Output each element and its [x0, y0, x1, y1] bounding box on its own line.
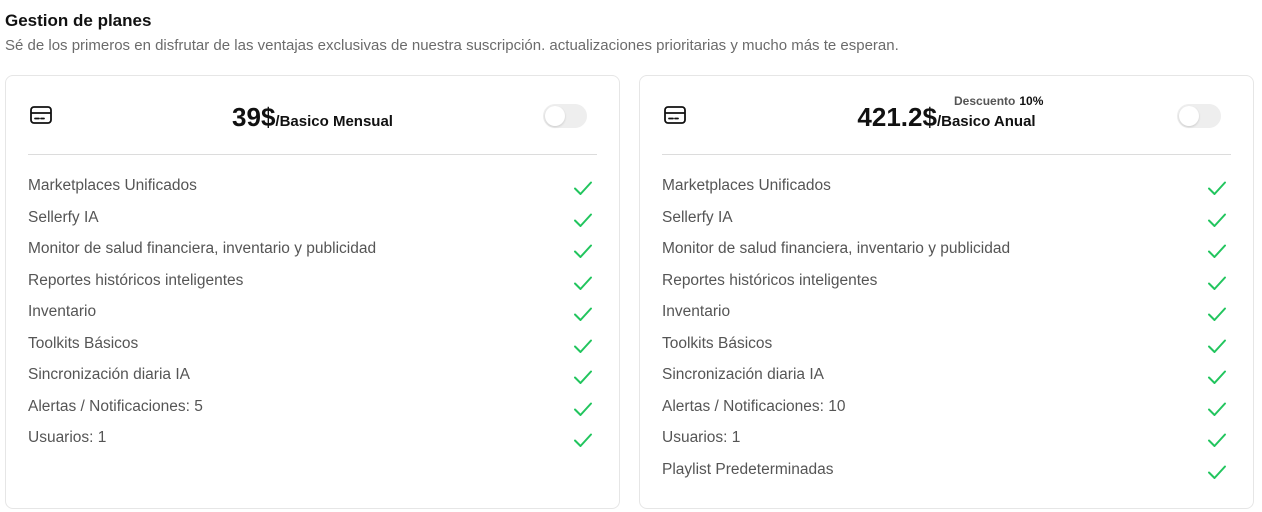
price-period: /Basico Mensual — [275, 113, 393, 130]
check-icon — [574, 244, 592, 258]
check-icon — [1208, 244, 1226, 258]
feature-label: Monitor de salud financiera, inventario … — [662, 240, 1011, 257]
feature-label: Sincronización diaria IA — [662, 366, 824, 383]
page-subtitle: Sé de los primeros en disfrutar de las v… — [5, 37, 899, 54]
check-icon — [1208, 181, 1226, 195]
feature-label: Sincronización diaria IA — [28, 366, 190, 383]
check-icon — [574, 402, 592, 416]
check-icon — [1208, 465, 1226, 479]
feature-label: Sellerfy IA — [662, 208, 733, 226]
feature-label: Usuarios: 1 — [662, 429, 741, 446]
feature-label: Reportes históricos inteligentes — [28, 271, 244, 289]
feature-item: Alertas / Notificaciones: 5 — [28, 395, 597, 427]
check-icon — [1208, 433, 1226, 447]
check-icon — [574, 339, 592, 353]
toggle-knob — [1179, 106, 1199, 126]
check-icon — [1208, 276, 1226, 290]
feature-list: Marketplaces Unificados Sellerfy IA Monito… — [28, 174, 597, 458]
feature-item: Toolkits Básicos — [662, 332, 1231, 364]
plan-toggle-annual[interactable] — [1177, 104, 1221, 128]
check-icon — [1208, 213, 1226, 227]
check-icon — [1208, 402, 1226, 416]
plan-card-header: 39$/Basico Mensual — [28, 76, 597, 155]
feature-label: Toolkits Básicos — [662, 334, 773, 352]
check-icon — [574, 181, 592, 195]
feature-item: Inventario — [28, 300, 597, 332]
feature-label: Playlist Predeterminadas — [662, 460, 834, 478]
feature-label: Usuarios: 1 — [28, 429, 107, 446]
plan-card-header: Descuento 10% 421.2$/Basico Anual — [662, 76, 1231, 155]
plan-price: 421.2$/Basico Anual — [857, 102, 1035, 133]
feature-label: Sellerfy IA — [28, 208, 99, 226]
feature-label: Marketplaces Unificados — [662, 177, 831, 194]
plan-price: 39$/Basico Mensual — [232, 102, 393, 133]
feature-item: Toolkits Básicos — [28, 332, 597, 364]
feature-label: Inventario — [28, 303, 97, 320]
feature-label: Reportes históricos inteligentes — [662, 271, 878, 289]
feature-item: Sincronización diaria IA — [662, 363, 1231, 395]
check-icon — [574, 276, 592, 290]
feature-item: Monitor de salud financiera, inventario … — [662, 237, 1231, 269]
feature-list: Marketplaces Unificados Sellerfy IA Monito… — [662, 174, 1231, 489]
feature-item: Sellerfy IA — [28, 206, 597, 238]
feature-item: Reportes históricos inteligentes — [28, 269, 597, 301]
feature-item: Alertas / Notificaciones: 10 — [662, 395, 1231, 427]
feature-item: Inventario — [662, 300, 1231, 332]
plan-card-annual: Descuento 10% 421.2$/Basico Anual Marketp… — [639, 75, 1254, 509]
page-title: Gestion de planes — [5, 11, 152, 30]
page-header: Gestion de planes Sé de los primeros en … — [5, 10, 899, 56]
check-icon — [1208, 339, 1226, 353]
check-icon — [1208, 307, 1226, 321]
price-period: /Basico Anual — [936, 113, 1036, 130]
feature-item: Reportes históricos inteligentes — [662, 269, 1231, 301]
feature-label: Alertas / Notificaciones: 10 — [662, 397, 846, 415]
plan-card-monthly: 39$/Basico Mensual Marketplaces Unificad… — [5, 75, 620, 509]
plan-toggle-monthly[interactable] — [543, 104, 587, 128]
price-amount: 421.2$ — [857, 102, 937, 132]
feature-item: Usuarios: 1 — [662, 426, 1231, 458]
check-icon — [574, 370, 592, 384]
feature-item: Monitor de salud financiera, inventario … — [28, 237, 597, 269]
check-icon — [574, 433, 592, 447]
feature-label: Alertas / Notificaciones: 5 — [28, 397, 203, 415]
feature-item: Marketplaces Unificados — [28, 174, 597, 206]
check-icon — [574, 307, 592, 321]
price-amount: 39$ — [232, 102, 276, 132]
feature-item: Marketplaces Unificados — [662, 174, 1231, 206]
check-icon — [574, 213, 592, 227]
feature-item: Sincronización diaria IA — [28, 363, 597, 395]
feature-item: Usuarios: 1 — [28, 426, 597, 458]
check-icon — [1208, 370, 1226, 384]
feature-item: Sellerfy IA — [662, 206, 1231, 238]
feature-label: Monitor de salud financiera, inventario … — [28, 240, 377, 257]
feature-label: Inventario — [662, 303, 731, 320]
feature-item: Playlist Predeterminadas — [662, 458, 1231, 490]
toggle-knob — [545, 106, 565, 126]
feature-label: Marketplaces Unificados — [28, 177, 197, 194]
feature-label: Toolkits Básicos — [28, 334, 139, 352]
